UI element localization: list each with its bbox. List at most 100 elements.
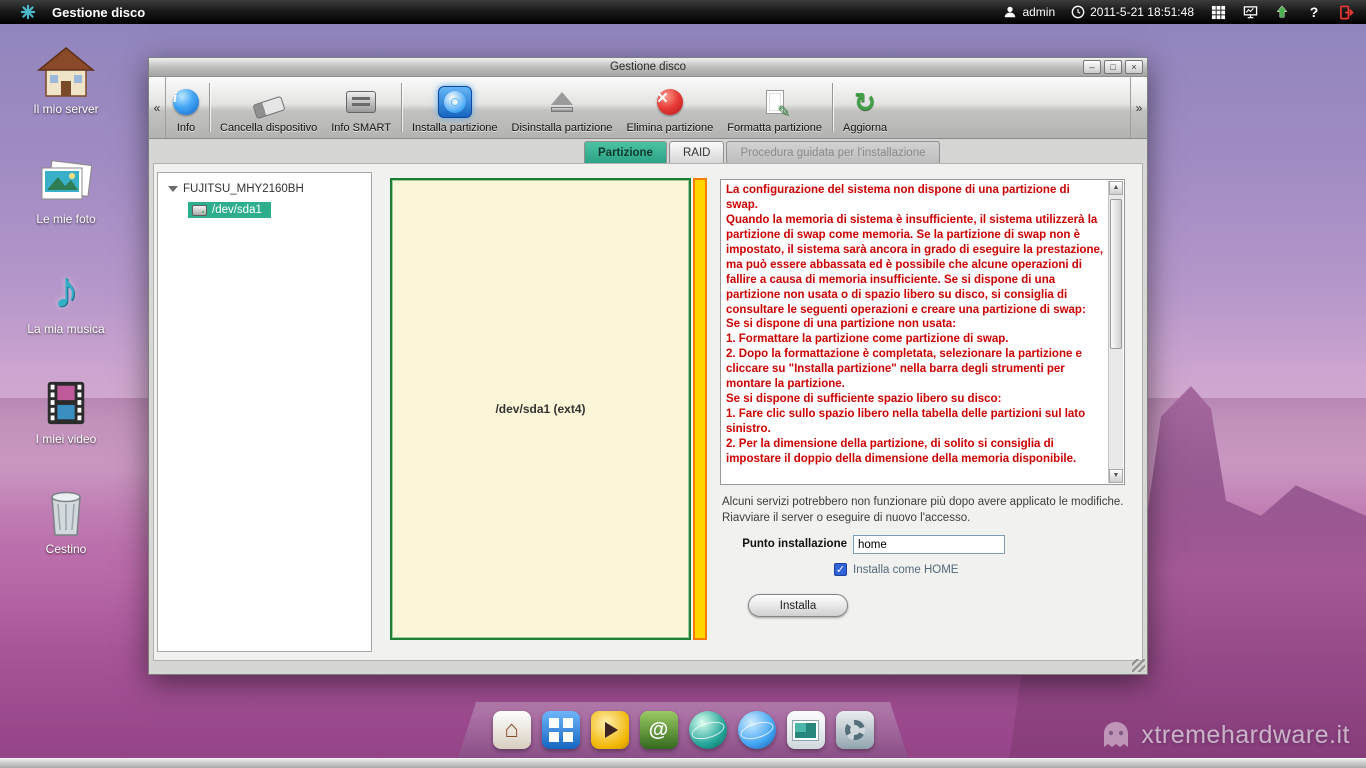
swap-info-text: La configurazione del sistema non dispon… <box>726 183 1104 481</box>
swap-info-panel: La configurazione del sistema non dispon… <box>720 179 1125 485</box>
scrollbar-up-button[interactable] <box>1109 181 1123 195</box>
tab-bar: Partizione RAID Procedura guidata per l'… <box>584 139 942 164</box>
help-icon[interactable]: ? <box>1306 4 1322 20</box>
mount-partition-icon <box>438 86 472 118</box>
format-icon <box>760 85 790 119</box>
window-titlebar[interactable]: Gestione disco <box>149 58 1147 77</box>
cd-icon <box>444 91 466 113</box>
toolbar: « Info Cancella dispositivo Info SMART I… <box>149 77 1147 139</box>
grid-shape <box>549 718 559 728</box>
datetime-label: 2011-5-21 18:51:48 <box>1090 5 1194 19</box>
user-menu[interactable]: admin <box>1003 5 1055 19</box>
install-button[interactable]: Installa <box>748 594 848 617</box>
toolbar-label: Disinstalla partizione <box>512 122 613 134</box>
tab-partizione[interactable]: Partizione <box>584 141 667 164</box>
eject-icon <box>551 85 573 119</box>
toolbar-erase-device-button[interactable]: Cancella dispositivo <box>213 77 324 138</box>
system-logo-icon[interactable] <box>20 4 36 20</box>
scrollbar-thumb[interactable] <box>1110 199 1122 349</box>
apps-grid-icon[interactable] <box>1210 5 1226 20</box>
toolbar-scroll-left-button[interactable]: « <box>149 77 166 138</box>
system-monitor-icon[interactable] <box>1242 5 1258 20</box>
toolbar-refresh-button[interactable]: Aggiorna <box>836 77 894 138</box>
toolbar-mount-partition-button[interactable]: Installa partizione <box>405 77 505 138</box>
desktop-icon-label: Cestino <box>14 542 118 556</box>
desktop-icon-my-videos[interactable]: I miei video <box>14 366 118 446</box>
install-home-row: Installa come HOME <box>834 563 958 576</box>
dock-settings-gear-icon[interactable] <box>836 711 874 749</box>
install-home-checkbox[interactable] <box>834 563 847 576</box>
eraser-icon <box>252 95 285 119</box>
tab-raid[interactable]: RAID <box>669 141 724 164</box>
install-home-label: Installa come HOME <box>853 564 958 576</box>
toolbar-format-partition-button[interactable]: Formatta partizione <box>720 77 829 138</box>
info-icon <box>173 89 199 115</box>
disk-management-window: Gestione disco « Info Cancella dispositi… <box>148 57 1148 675</box>
user-icon <box>1003 5 1017 19</box>
desktop-icon-column: Il mio server Le mie foto ♪ La mia music… <box>14 36 118 586</box>
clock-icon <box>1071 5 1085 19</box>
desktop-icon-my-server[interactable]: Il mio server <box>14 36 118 116</box>
window-resize-handle[interactable] <box>1132 659 1145 672</box>
taskbar <box>0 758 1366 768</box>
partition-tree-item-selected[interactable]: /dev/sda1 <box>188 202 271 218</box>
dock <box>458 702 908 758</box>
toolbar-scroll-right-button[interactable]: » <box>1130 77 1147 138</box>
toolbar-label: Aggiorna <box>843 122 887 134</box>
maximize-button[interactable] <box>1104 60 1122 74</box>
upload-status-icon[interactable] <box>1274 5 1290 19</box>
trash-icon <box>14 476 118 538</box>
desktop-icon-my-photos[interactable]: Le mie foto <box>14 146 118 226</box>
window-title: Gestione disco <box>149 61 1147 73</box>
desktop-icon-trash[interactable]: Cestino <box>14 476 118 556</box>
tab-label: Procedura guidata per l'installazione <box>740 147 925 159</box>
partition-name: /dev/sda1 <box>212 204 262 216</box>
tab-installation-wizard[interactable]: Procedura guidata per l'installazione <box>726 141 939 164</box>
toolbar-smart-info-button[interactable]: Info SMART <box>324 77 398 138</box>
toolbar-label: Info <box>177 122 195 134</box>
device-tree-node[interactable]: FUJITSU_MHY2160BH <box>158 173 371 195</box>
desktop-icon-label: La mia musica <box>14 322 118 336</box>
tab-label: RAID <box>683 147 710 159</box>
desktop-icon-label: Le mie foto <box>14 212 118 226</box>
play-triangle <box>605 722 618 738</box>
window-content: FUJITSU_MHY2160BH /dev/sda1 /dev/sda1 (e… <box>153 163 1143 661</box>
username-label: admin <box>1022 5 1055 19</box>
toolbar-label: Info SMART <box>331 122 391 134</box>
toolbar-info-button[interactable]: Info <box>166 77 206 138</box>
minimize-button[interactable] <box>1083 60 1101 74</box>
toolbar-unmount-partition-button[interactable]: Disinstalla partizione <box>505 77 620 138</box>
mount-point-input[interactable] <box>853 535 1005 554</box>
scrollbar-down-button[interactable] <box>1109 469 1123 483</box>
refresh-icon <box>854 85 876 119</box>
toolbar-label: Installa partizione <box>412 122 498 134</box>
videos-icon <box>14 366 118 428</box>
dock-browser-globe-icon[interactable] <box>689 711 727 749</box>
dock-home-icon[interactable] <box>493 711 531 749</box>
close-button[interactable] <box>1125 60 1143 74</box>
desktop-icon-label: Il mio server <box>14 102 118 116</box>
logout-icon[interactable] <box>1338 5 1354 20</box>
smart-drive-icon <box>346 91 376 113</box>
dock-network-globe-icon[interactable] <box>738 711 776 749</box>
device-name[interactable]: FUJITSU_MHY2160BH <box>183 183 304 195</box>
partition-map[interactable]: /dev/sda1 (ext4) <box>390 178 691 640</box>
toolbar-delete-partition-button[interactable]: Elimina partizione <box>619 77 720 138</box>
dock-gallery-icon[interactable] <box>787 711 825 749</box>
service-restart-notice: Alcuni servizi potrebbero non funzionare… <box>722 494 1136 526</box>
toolbar-separator <box>209 83 210 132</box>
toolbar-label: Cancella dispositivo <box>220 122 317 134</box>
music-icon: ♪ <box>14 256 118 318</box>
tree-collapse-icon[interactable] <box>168 186 178 192</box>
dock-media-player-icon[interactable] <box>591 711 629 749</box>
free-space-strip[interactable] <box>693 178 707 640</box>
clock: 2011-5-21 18:51:48 <box>1071 5 1194 19</box>
desktop-icon-my-music[interactable]: ♪ La mia musica <box>14 256 118 336</box>
dock-file-manager-icon[interactable] <box>542 711 580 749</box>
gear-shape <box>845 720 865 740</box>
dock-mail-icon[interactable] <box>640 711 678 749</box>
eject-triangle <box>551 92 573 105</box>
scrollbar[interactable] <box>1108 181 1123 483</box>
partition-map-label: /dev/sda1 (ext4) <box>495 402 585 416</box>
menubar-status-area: admin 2011-5-21 18:51:48 ? <box>1003 4 1354 20</box>
